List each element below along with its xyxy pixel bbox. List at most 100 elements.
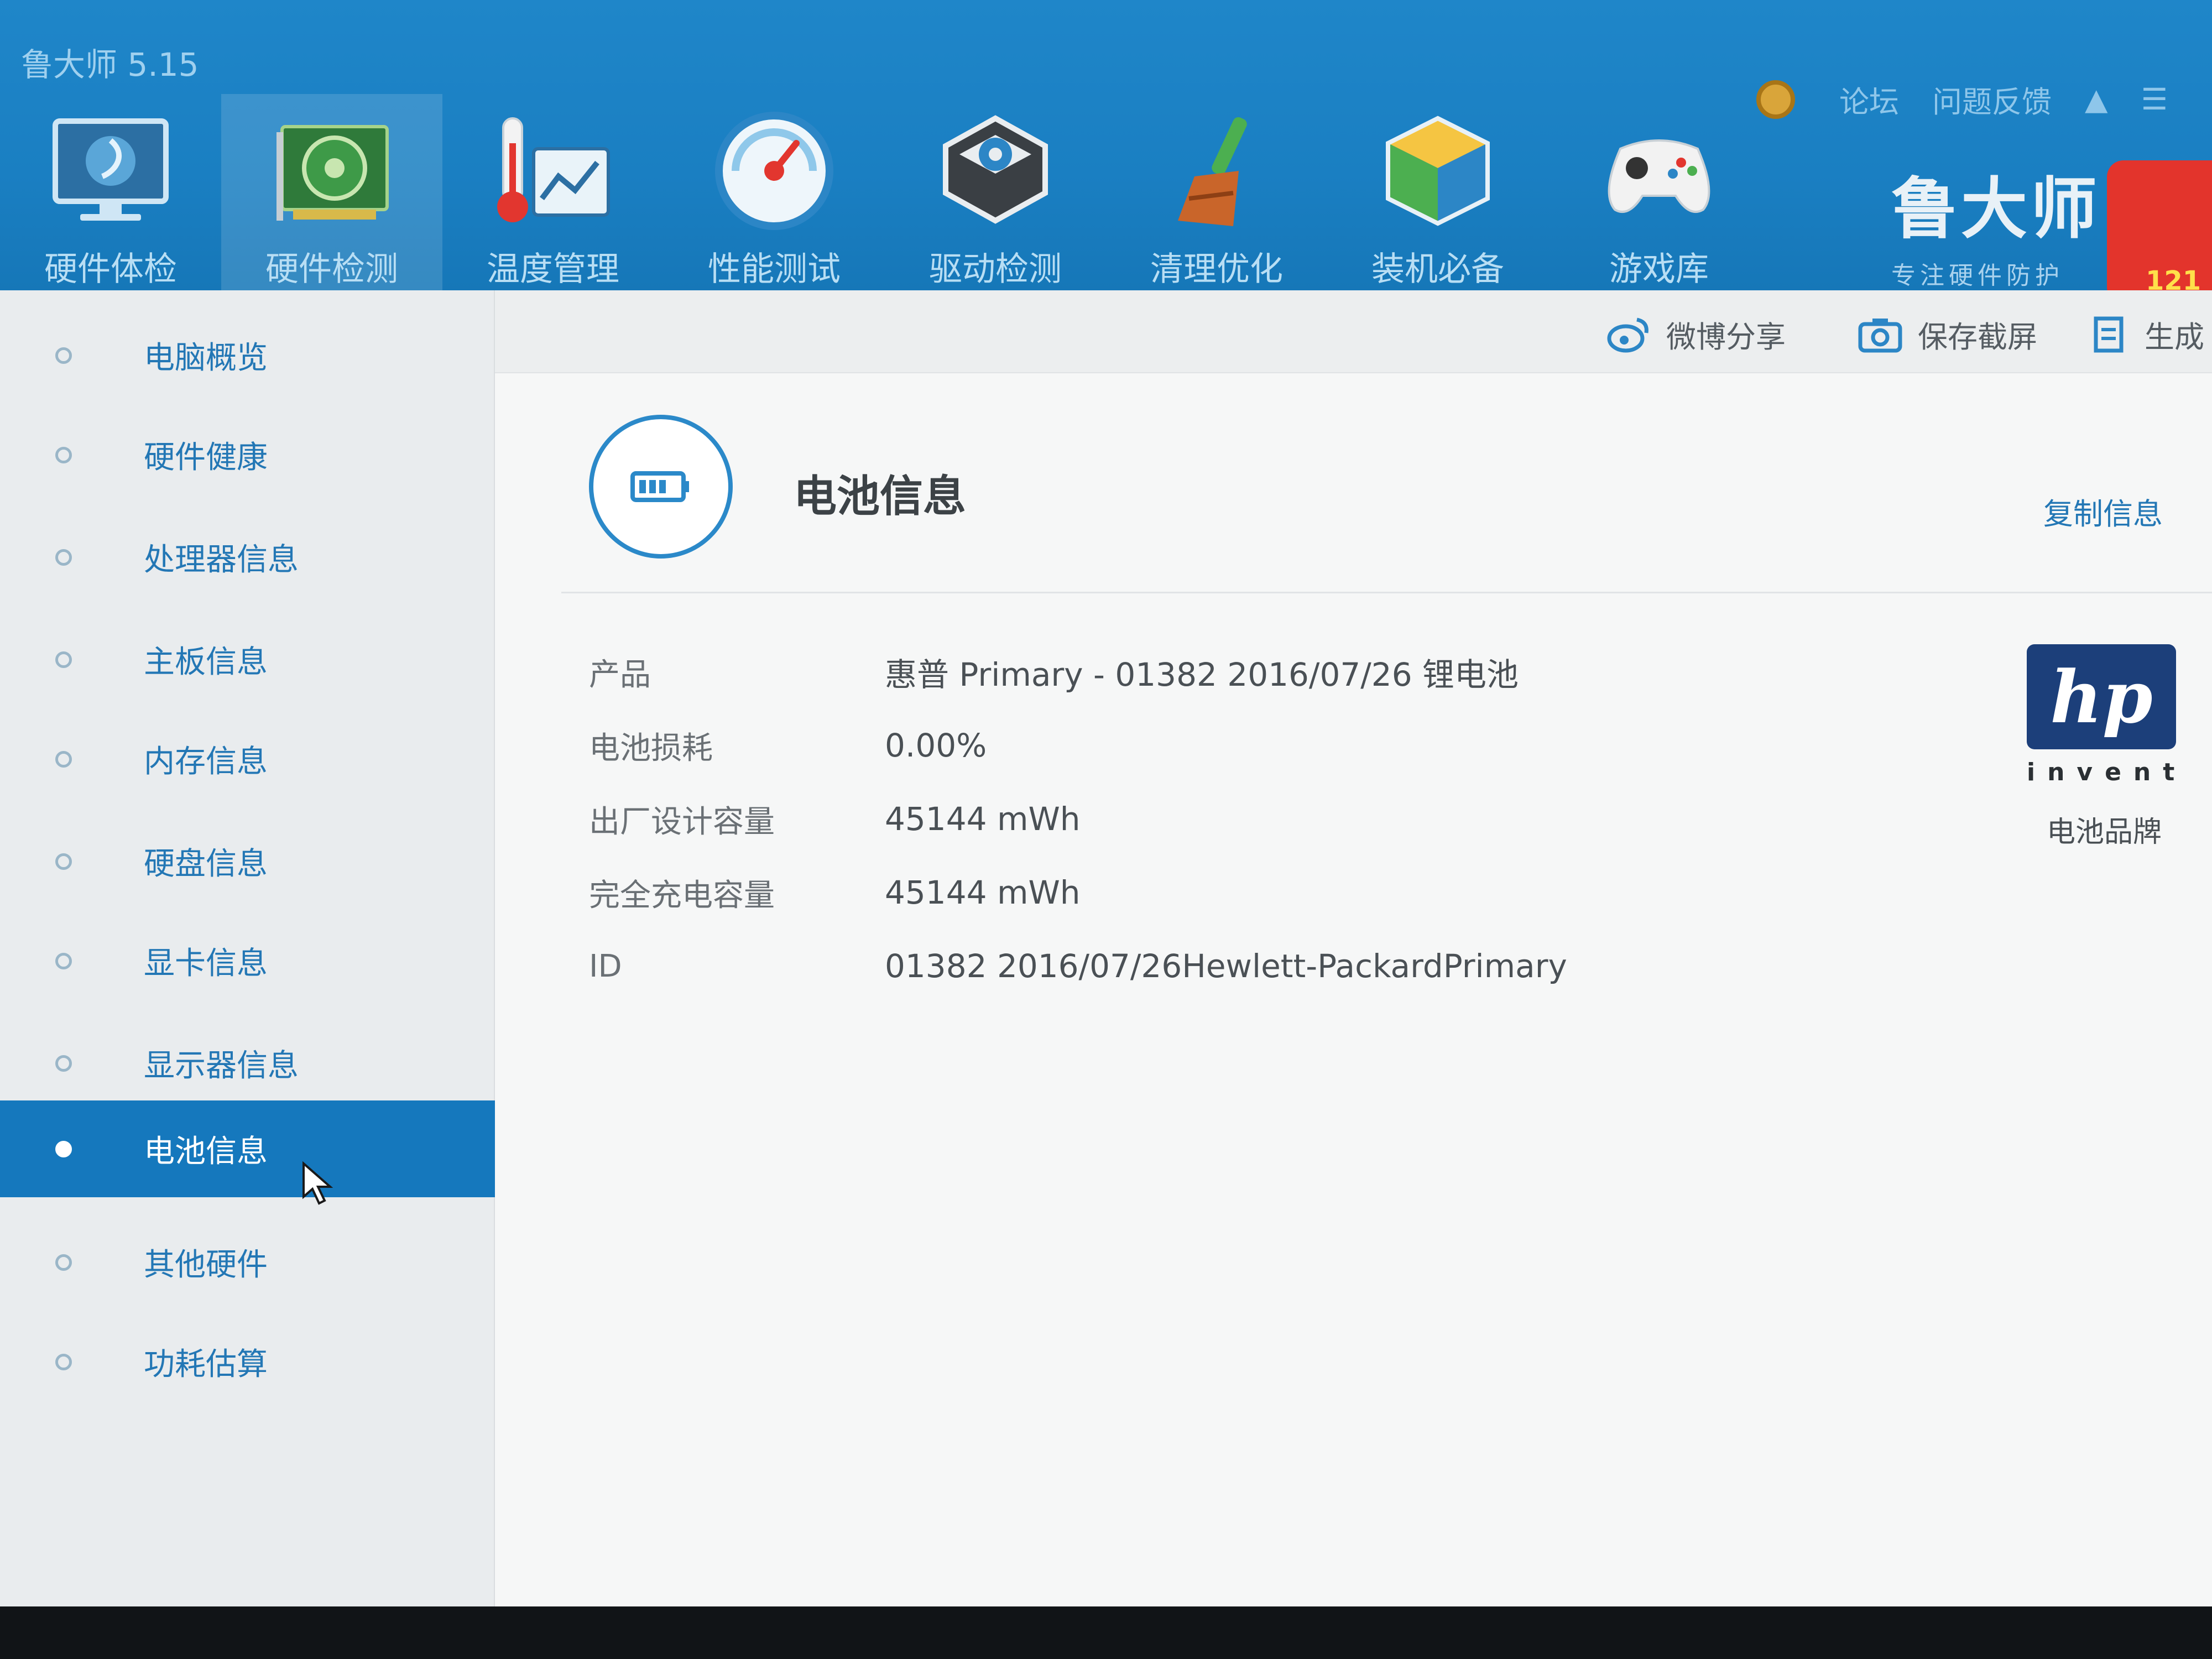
- save-screenshot-label: 保存截屏: [1918, 320, 2037, 354]
- info-value: 01382 2016/07/26Hewlett-PackardPrimary: [885, 947, 1567, 985]
- generate-button[interactable]: 生成: [2090, 312, 2204, 356]
- bullet-icon: [55, 651, 72, 668]
- save-screenshot-button[interactable]: 保存截屏: [1858, 312, 2037, 356]
- weibo-share-button[interactable]: 微博分享: [1606, 312, 1786, 356]
- bullet-icon: [55, 853, 72, 870]
- monitor-icon: [44, 105, 177, 237]
- camera-icon: [1858, 318, 1902, 352]
- sidebar-item-overview[interactable]: 电脑概览: [0, 307, 495, 404]
- sidebar-item-label: 硬件健康: [144, 440, 268, 476]
- info-row-full-charge: 完全充电容量 45144 mWh: [589, 859, 1081, 926]
- bullet-icon: [55, 1254, 72, 1271]
- sidebar-item-label: 显卡信息: [144, 946, 268, 982]
- nav-performance-test[interactable]: 性能测试: [664, 94, 885, 290]
- sidebar-item-power-estimate[interactable]: 功耗估算: [0, 1313, 495, 1410]
- sidebar-item-memory[interactable]: 内存信息: [0, 711, 495, 807]
- nav-cleanup[interactable]: 清理优化: [1106, 94, 1327, 290]
- info-key: 产品: [589, 656, 651, 693]
- bullet-icon: [55, 1140, 72, 1157]
- info-value: 45144 mWh: [885, 874, 1081, 911]
- skin-icon[interactable]: ▲: [2085, 82, 2108, 117]
- bullet-icon: [55, 952, 72, 969]
- app-title: 鲁大师 5.15: [21, 46, 199, 84]
- weibo-share-label: 微博分享: [1666, 320, 1786, 354]
- hp-invent-text: invent: [2027, 758, 2187, 786]
- copy-info-link[interactable]: 复制信息: [2043, 489, 2163, 533]
- sidebar-item-label: 硬盘信息: [144, 846, 268, 882]
- top-links: 论坛 问题反馈 ▲ ☰: [1756, 77, 2168, 121]
- forum-link[interactable]: 论坛: [1839, 77, 1899, 121]
- nav-label: 性能测试: [708, 250, 841, 289]
- header: 鲁大师 5.15 论坛 问题反馈 ▲ ☰ 硬件体检 硬件检测 温度管理 性能测试…: [0, 0, 2212, 304]
- hp-logo-icon: hp: [2027, 644, 2176, 749]
- speedometer-icon: [708, 105, 841, 237]
- nav-label: 装机必备: [1371, 250, 1504, 289]
- brand: 鲁大师 专注硬件防护: [1891, 155, 2100, 291]
- divider: [561, 592, 2212, 593]
- info-row-id: ID 01382 2016/07/26Hewlett-PackardPrimar…: [589, 933, 1567, 999]
- info-key: 出厂设计容量: [589, 804, 775, 840]
- nav-label: 清理优化: [1150, 250, 1283, 289]
- toolbar: 微博分享 保存截屏 生成: [495, 290, 2212, 373]
- info-key: 电池损耗: [589, 730, 713, 766]
- sidebar-item-label: 主板信息: [144, 644, 268, 680]
- info-value: 45144 mWh: [885, 800, 1081, 838]
- info-row-design-capacity: 出厂设计容量 45144 mWh: [589, 786, 1081, 852]
- app-window: 鲁大师 5.15 论坛 问题反馈 ▲ ☰ 硬件体检 硬件检测 温度管理 性能测试…: [0, 0, 2212, 1606]
- battery-brand-logo: hp invent 电池品牌: [2027, 644, 2182, 850]
- thermometer-chart-icon: [487, 105, 619, 237]
- graphics-card-icon: [265, 105, 398, 237]
- info-value: 惠普 Primary - 01382 2016/07/26 锂电池: [885, 656, 1519, 693]
- bullet-icon: [55, 446, 72, 463]
- main-panel: 微博分享 保存截屏 生成 电池信息 复制信息 产品 惠普 Primary - 0…: [495, 290, 2212, 1606]
- nav-label: 硬件检测: [265, 250, 398, 289]
- sidebar-item-cpu[interactable]: 处理器信息: [0, 509, 495, 606]
- nav-install-essentials[interactable]: 装机必备: [1327, 94, 1548, 290]
- info-row-wear: 电池损耗 0.00%: [589, 712, 987, 779]
- mouse-cursor-icon: [301, 1161, 335, 1208]
- gamepad-icon: [1593, 105, 1725, 237]
- sidebar-item-label: 显示器信息: [144, 1048, 299, 1084]
- bullet-icon: [55, 750, 72, 768]
- gear-box-icon: [929, 105, 1062, 237]
- info-value: 0.00%: [885, 727, 987, 764]
- nav-driver-detect[interactable]: 驱动检测: [885, 94, 1106, 290]
- sidebar-item-graphics[interactable]: 显卡信息: [0, 912, 495, 1009]
- sidebar-item-health[interactable]: 硬件健康: [0, 406, 495, 503]
- bullet-icon: [55, 1055, 72, 1072]
- feedback-link[interactable]: 问题反馈: [1932, 77, 2052, 121]
- sidebar-item-disk[interactable]: 硬盘信息: [0, 813, 495, 910]
- nav-hardware-detect[interactable]: 硬件检测: [221, 94, 442, 290]
- bullet-icon: [55, 1353, 72, 1370]
- sidebar-item-label: 处理器信息: [144, 542, 299, 578]
- sidebar-item-label: 内存信息: [144, 744, 268, 780]
- sidebar: 电脑概览 硬件健康 处理器信息 主板信息 内存信息 硬盘信息 显卡信息 显示器信…: [0, 290, 495, 1606]
- sidebar-item-label: 电池信息: [144, 1134, 268, 1170]
- sidebar-item-battery[interactable]: 电池信息: [0, 1100, 495, 1197]
- info-key: ID: [589, 948, 622, 984]
- nav-hardware-checkup[interactable]: 硬件体检: [0, 94, 221, 290]
- nav-label: 驱动检测: [929, 250, 1062, 289]
- info-key: 完全充电容量: [589, 877, 775, 914]
- nav-temperature[interactable]: 温度管理: [442, 94, 664, 290]
- nav-label: 硬件体检: [44, 250, 177, 289]
- sidebar-item-motherboard[interactable]: 主板信息: [0, 611, 495, 708]
- sidebar-item-label: 其他硬件: [144, 1247, 268, 1283]
- hp-logo-text: hp: [2050, 654, 2153, 739]
- sidebar-item-label: 功耗估算: [144, 1347, 268, 1383]
- weibo-icon: [1607, 317, 1648, 352]
- nav-label: 游戏库: [1609, 250, 1709, 289]
- sidebar-item-monitor[interactable]: 显示器信息: [0, 1015, 495, 1112]
- info-row-product: 产品 惠普 Primary - 01382 2016/07/26 锂电池: [589, 639, 1519, 705]
- sidebar-item-other-hardware[interactable]: 其他硬件: [0, 1214, 495, 1311]
- menu-icon[interactable]: ☰: [2141, 82, 2168, 117]
- nav-label: 温度管理: [487, 250, 619, 289]
- main-nav: 硬件体检 硬件检测 温度管理 性能测试 驱动检测 清理优化 装机必备 游戏库: [0, 94, 1770, 290]
- cube-icon: [1371, 105, 1504, 237]
- nav-game-library[interactable]: 游戏库: [1548, 94, 1770, 290]
- sidebar-item-label: 电脑概览: [144, 340, 268, 376]
- brand-name: 鲁大师: [1891, 171, 2100, 248]
- bullet-icon: [55, 549, 72, 566]
- bullet-icon: [55, 347, 72, 364]
- battery-icon: [589, 415, 733, 559]
